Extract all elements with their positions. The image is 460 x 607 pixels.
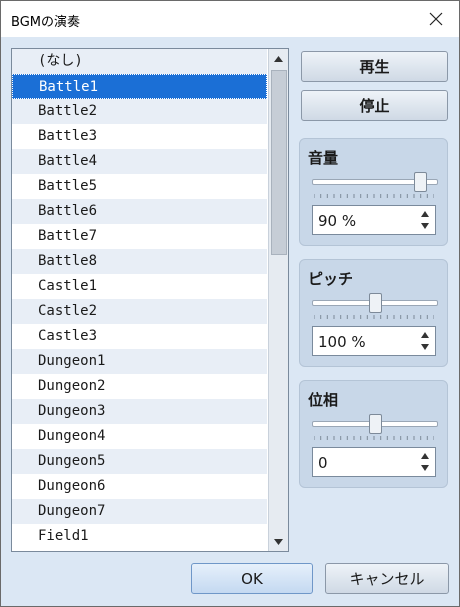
spin-arrows-icon[interactable] <box>419 329 431 353</box>
list-item[interactable]: Battle4 <box>12 149 267 174</box>
list-item[interactable]: Dungeon3 <box>12 399 267 424</box>
list-item[interactable]: (なし) <box>12 49 267 74</box>
pan-slider-handle[interactable] <box>368 414 382 434</box>
pan-value: 0 <box>318 454 328 472</box>
spin-arrows-icon[interactable] <box>419 450 431 474</box>
list-item[interactable]: Dungeon4 <box>12 424 267 449</box>
list-item[interactable]: Battle8 <box>12 249 267 274</box>
close-icon <box>429 12 443 26</box>
scroll-up-arrow-icon <box>274 55 283 62</box>
stop-button[interactable]: 停止 <box>301 90 448 121</box>
ok-button[interactable]: OK <box>191 563 313 594</box>
list-item[interactable]: Battle2 <box>12 99 267 124</box>
list-item[interactable]: Dungeon5 <box>12 449 267 474</box>
bgm-dialog: BGMの演奏 (なし) Battle1 Battle2 Battle3 Battle4 B… <box>0 0 460 607</box>
list-item[interactable]: Dungeon1 <box>12 349 267 374</box>
list-item[interactable]: Dungeon7 <box>12 499 267 524</box>
list-item[interactable]: Battle1 <box>12 74 267 99</box>
scroll-down-button[interactable] <box>270 533 287 550</box>
pan-spinbox[interactable]: 0 <box>312 447 436 477</box>
pitch-slider-ticks <box>314 315 434 319</box>
close-button[interactable] <box>421 5 451 33</box>
pitch-value: 100 % <box>318 333 366 351</box>
list-item[interactable]: Dungeon2 <box>12 374 267 399</box>
list-item[interactable]: Battle7 <box>12 224 267 249</box>
volume-slider-handle[interactable] <box>413 172 427 192</box>
pitch-label: ピッチ <box>308 270 354 288</box>
cancel-button[interactable]: キャンセル <box>325 563 449 594</box>
scroll-up-button[interactable] <box>270 50 287 67</box>
volume-label: 音量 <box>308 149 339 167</box>
volume-group: 音量 90 % <box>299 138 448 246</box>
pan-slider-ticks <box>314 436 434 440</box>
list-item[interactable]: Castle3 <box>12 324 267 349</box>
list-item[interactable]: Castle1 <box>12 274 267 299</box>
list-item[interactable]: Battle6 <box>12 199 267 224</box>
spin-arrows-icon[interactable] <box>419 208 431 232</box>
pitch-group: ピッチ 100 % <box>299 259 448 367</box>
list-item[interactable]: Field1 <box>12 524 267 549</box>
list-item[interactable]: Castle2 <box>12 299 267 324</box>
volume-spinbox[interactable]: 90 % <box>312 205 436 235</box>
title-bar: BGMの演奏 <box>1 1 459 37</box>
list-item[interactable]: Battle5 <box>12 174 267 199</box>
scroll-thumb[interactable] <box>271 70 287 255</box>
bgm-list-items: (なし) Battle1 Battle2 Battle3 Battle4 Battle5 B… <box>12 49 267 551</box>
list-scrollbar[interactable] <box>268 49 288 551</box>
bgm-list[interactable]: (なし) Battle1 Battle2 Battle3 Battle4 Battle5 B… <box>11 48 289 552</box>
window-title: BGMの演奏 <box>11 15 80 30</box>
dialog-body: (なし) Battle1 Battle2 Battle3 Battle4 Battle5 B… <box>1 37 459 606</box>
list-item[interactable]: Dungeon6 <box>12 474 267 499</box>
volume-slider-ticks <box>314 194 434 198</box>
volume-value: 90 % <box>318 212 357 230</box>
list-item[interactable]: Battle3 <box>12 124 267 149</box>
scroll-down-arrow-icon <box>274 538 283 545</box>
pitch-spinbox[interactable]: 100 % <box>312 326 436 356</box>
pan-label: 位相 <box>308 391 339 409</box>
pan-group: 位相 0 <box>299 380 448 488</box>
pitch-slider-handle[interactable] <box>368 293 382 313</box>
play-button[interactable]: 再生 <box>301 51 448 82</box>
